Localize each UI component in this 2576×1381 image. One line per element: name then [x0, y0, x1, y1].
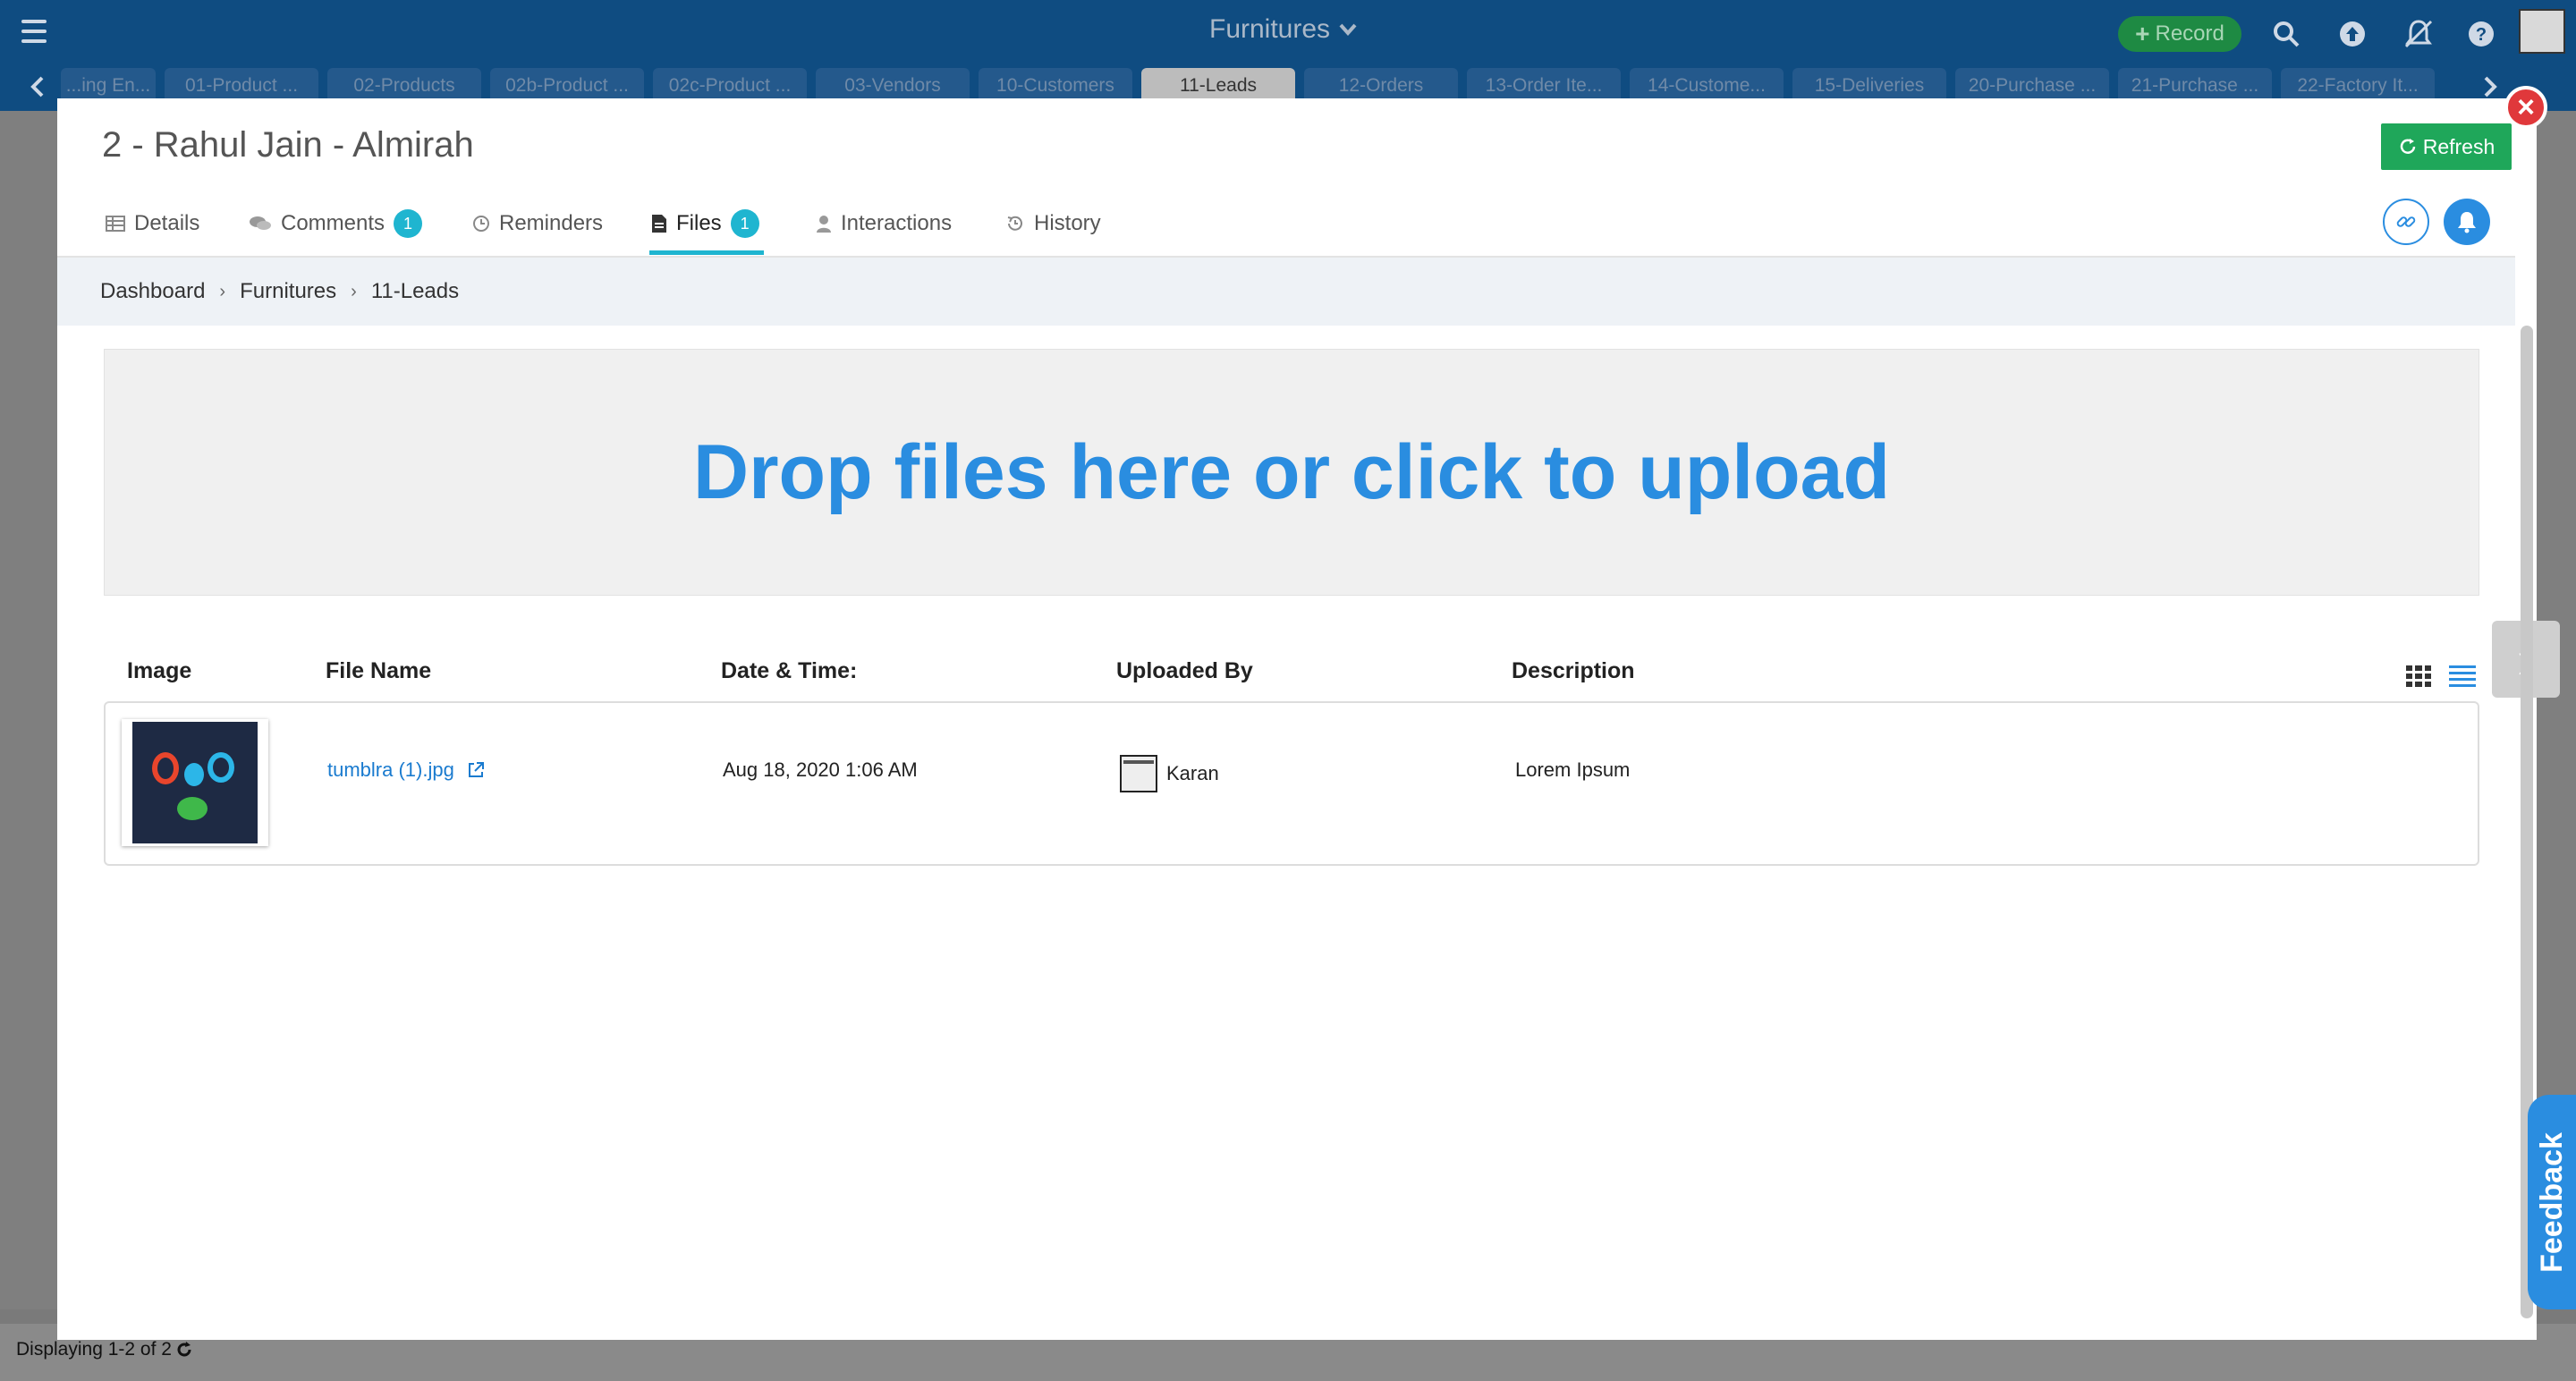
- file-name-link[interactable]: tumblra (1).jpg: [327, 758, 485, 782]
- comments-icon: [250, 216, 271, 230]
- tabs-scroll-right-icon[interactable]: [2478, 73, 2503, 100]
- file-description: Lorem Ipsum: [1515, 758, 1631, 781]
- user-avatar[interactable]: [2519, 9, 2565, 54]
- breadcrumb-app[interactable]: Furnitures: [240, 279, 336, 304]
- help-icon[interactable]: ?: [2465, 18, 2497, 50]
- reload-icon[interactable]: [175, 1341, 193, 1359]
- record-label: Record: [2155, 21, 2224, 46]
- upload-icon[interactable]: [2336, 18, 2368, 50]
- tab-label: Files: [676, 211, 722, 235]
- table-icon: [106, 216, 125, 232]
- table-row: tumblra (1).jpg Aug 18, 2020 1:06 AM Kar…: [104, 701, 2479, 866]
- breadcrumb: Dashboard › Furnitures › 11-Leads: [57, 258, 2515, 326]
- column-header-description: Description: [1512, 658, 1635, 683]
- notifications-off-icon[interactable]: [2401, 16, 2436, 52]
- tab-reminders[interactable]: Reminders: [472, 202, 603, 245]
- column-header-image: Image: [127, 658, 192, 683]
- search-icon[interactable]: [2270, 18, 2302, 50]
- feedback-label: Feedback: [2534, 1131, 2569, 1273]
- breadcrumb-sheet[interactable]: 11-Leads: [371, 279, 459, 304]
- tab-details[interactable]: Details: [106, 202, 199, 245]
- file-icon: [652, 215, 666, 233]
- pagination-status: Displaying 1-2 of 2: [16, 1339, 193, 1360]
- refresh-button[interactable]: Refresh: [2381, 123, 2512, 170]
- link-icon: [2396, 216, 2416, 227]
- comments-count-badge: 1: [394, 209, 423, 238]
- menu-icon[interactable]: [18, 16, 50, 47]
- avatar: [1120, 755, 1157, 792]
- tabs-scroll-left-icon[interactable]: [25, 73, 50, 100]
- subscribe-button[interactable]: [2444, 199, 2490, 245]
- chevron-down-icon: [1339, 23, 1357, 36]
- column-header-uploaded-by: Uploaded By: [1116, 658, 1253, 683]
- feedback-button[interactable]: Feedback: [2528, 1095, 2576, 1309]
- uploader-name: Karan: [1166, 762, 1219, 784]
- tab-interactions[interactable]: Interactions: [816, 202, 952, 245]
- app-header: Furnitures + Record ?: [0, 0, 2576, 64]
- app-title: Furnitures: [1209, 14, 1331, 44]
- history-icon: [1007, 216, 1022, 231]
- column-header-date-time: Date & Time:: [721, 658, 858, 683]
- thumbnail-image: [132, 722, 258, 843]
- clock-icon: [473, 216, 489, 232]
- add-record-button[interactable]: + Record: [2118, 16, 2241, 52]
- uploaded-by: Karan: [1120, 755, 1219, 792]
- file-name: tumblra (1).jpg: [327, 758, 454, 781]
- tab-comments[interactable]: Comments 1: [249, 202, 423, 245]
- close-modal-button[interactable]: ×: [2504, 86, 2547, 129]
- bell-icon: [2458, 212, 2476, 233]
- tab-label: Comments: [281, 211, 386, 235]
- close-icon: ×: [2517, 89, 2535, 124]
- chevron-right-icon: ›: [351, 281, 357, 301]
- svg-text:?: ?: [2476, 25, 2487, 45]
- plus-icon: +: [2135, 20, 2150, 47]
- refresh-icon: [2400, 139, 2415, 154]
- tab-history[interactable]: History: [1005, 202, 1101, 245]
- list-view-icon[interactable]: [2449, 665, 2476, 687]
- tab-label: History: [1034, 211, 1101, 235]
- tab-label: Interactions: [841, 211, 953, 235]
- user-icon: [817, 216, 831, 233]
- copy-link-button[interactable]: [2383, 199, 2429, 245]
- column-header-file-name: File Name: [326, 658, 432, 683]
- active-tab-indicator: [649, 250, 764, 255]
- external-link-icon: [468, 762, 484, 777]
- grid-view-icon[interactable]: [2406, 665, 2431, 687]
- displaying-text: Displaying 1-2 of 2: [16, 1339, 172, 1360]
- file-thumbnail[interactable]: [122, 719, 268, 846]
- refresh-label: Refresh: [2422, 134, 2496, 158]
- tab-label: Reminders: [499, 211, 604, 235]
- file-date-time: Aug 18, 2020 1:06 AM: [723, 758, 918, 781]
- app-title-dropdown[interactable]: Furnitures: [1209, 14, 1357, 45]
- breadcrumb-dashboard[interactable]: Dashboard: [100, 279, 205, 304]
- files-count-badge: 1: [730, 209, 759, 238]
- chevron-right-icon: ›: [219, 281, 226, 301]
- dropzone-text: Drop files here or click to upload: [692, 428, 1891, 515]
- tab-files[interactable]: Files 1: [651, 202, 759, 245]
- file-dropzone[interactable]: Drop files here or click to upload: [104, 349, 2479, 596]
- record-title: 2 - Rahul Jain - Almirah: [102, 125, 474, 165]
- tab-label: Details: [134, 211, 200, 235]
- background-overlay-left: [0, 111, 57, 1309]
